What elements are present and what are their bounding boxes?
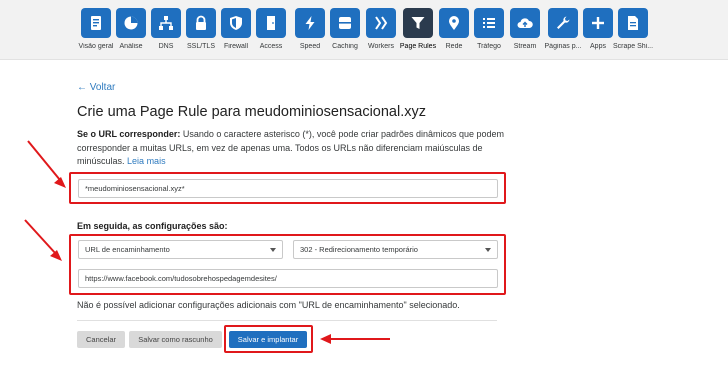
page-icon bbox=[618, 8, 648, 38]
learn-more-link[interactable]: Leia mais bbox=[127, 156, 166, 166]
workers-icon bbox=[366, 8, 396, 38]
door-icon bbox=[256, 8, 286, 38]
settings-label: Em seguida, as configurações são: bbox=[77, 221, 228, 231]
filter-icon bbox=[403, 8, 433, 38]
url-match-label: Se o URL corresponder: bbox=[77, 129, 181, 139]
cloud-upload-icon bbox=[510, 8, 540, 38]
url-match-description: Se o URL corresponder: Usando o caracter… bbox=[77, 128, 507, 169]
highlight-box-deploy bbox=[224, 325, 313, 353]
arrow-to-settings bbox=[24, 219, 62, 261]
cancel-button[interactable]: Cancelar bbox=[77, 331, 125, 348]
divider bbox=[77, 320, 497, 321]
highlight-box-url bbox=[69, 172, 506, 204]
top-navigation-bar: Visão geral Análise DNS SSL/TLS Firewall… bbox=[0, 0, 728, 60]
list-icon bbox=[474, 8, 504, 38]
save-draft-button[interactable]: Salvar como rascunho bbox=[129, 331, 222, 348]
back-link[interactable]: ← Voltar bbox=[77, 82, 115, 93]
arrow-to-deploy-button bbox=[320, 334, 390, 344]
server-icon bbox=[330, 8, 360, 38]
nav-item-scrape-shield[interactable]: Scrape Shi... bbox=[609, 0, 657, 60]
page-title: Crie uma Page Rule para meudominiosensac… bbox=[77, 104, 426, 120]
nav-label: Scrape Shi... bbox=[612, 43, 654, 50]
highlight-box-settings bbox=[69, 234, 506, 295]
arrow-to-url-input bbox=[27, 140, 66, 188]
forwarding-note: Não é possível adicionar configurações a… bbox=[77, 300, 460, 310]
